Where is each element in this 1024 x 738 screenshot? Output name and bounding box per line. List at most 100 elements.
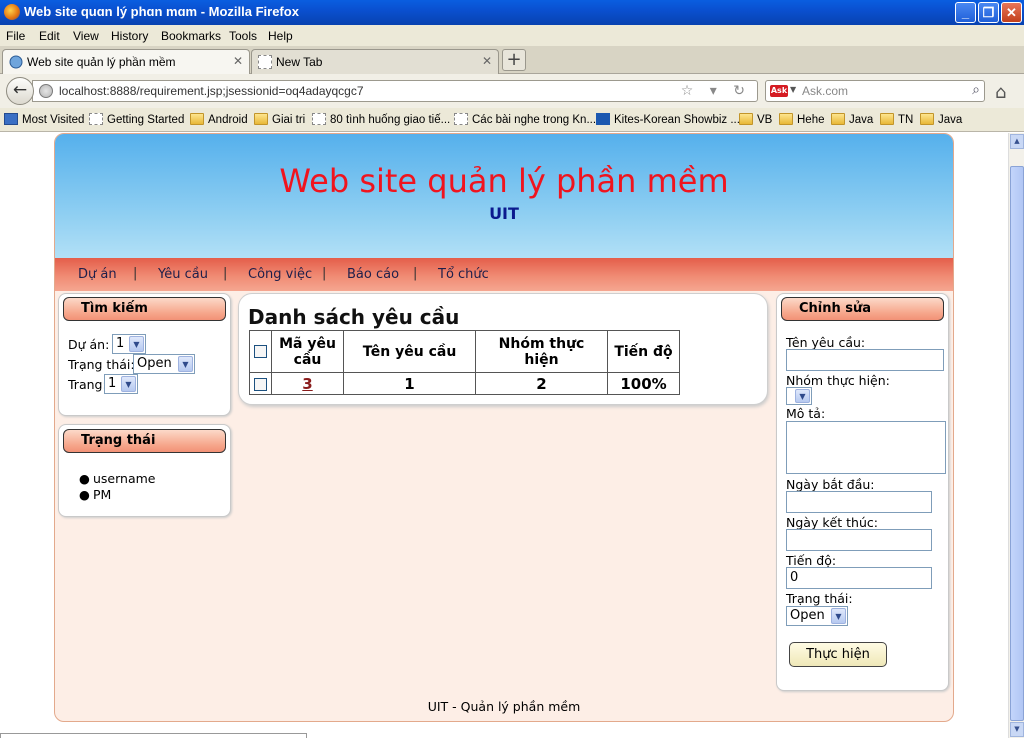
search-icon[interactable]: ⌕ <box>972 82 980 98</box>
tab-label: Web site quản lý phần mềm <box>27 55 176 69</box>
bookmark-cac-bai-nghe[interactable]: Các bài nghe trong Kn... <box>454 113 596 126</box>
site-subtitle: UIT <box>489 204 519 223</box>
project-select[interactable]: 1 ▼ <box>112 334 146 354</box>
requirements-table: Mã yêu cầu Tên yêu cầu Nhóm thực hiện Ti… <box>249 330 680 395</box>
restore-button[interactable]: ❐ <box>978 2 999 23</box>
window-titlebar: Web site quɑn lý phɑn mɑm - Mozilla Fire… <box>0 0 1024 25</box>
menu-bookmarks[interactable]: Bookmarks <box>161 29 221 43</box>
folder-icon <box>779 113 793 125</box>
edit-status-select[interactable]: Open ▼ <box>786 606 848 626</box>
firefox-logo-icon <box>4 4 20 20</box>
folder-icon <box>831 113 845 125</box>
end-date-label: Ngày kết thúc: <box>786 515 878 530</box>
menu-bar: File Edit View History Bookmarks Tools H… <box>0 25 1024 46</box>
name-input[interactable] <box>786 349 944 371</box>
group-select[interactable]: ▼ <box>786 387 812 405</box>
folder-icon <box>190 113 204 125</box>
nav-separator: | <box>413 266 418 281</box>
tab-active[interactable]: Web site quản lý phần mềm ✕ <box>2 49 250 75</box>
menu-view[interactable]: View <box>73 29 99 43</box>
nav-bao-cao[interactable]: Báo cáo <box>347 267 399 282</box>
minimize-button[interactable]: _ <box>955 2 976 23</box>
bookmark-vb[interactable]: VB <box>739 113 772 126</box>
submit-button[interactable]: Thực hiện <box>789 642 887 667</box>
engine-dropdown-icon[interactable]: ▼ <box>790 85 796 94</box>
menu-file[interactable]: File <box>6 29 25 43</box>
site-title: Web site quản lý phần mềm <box>279 162 729 200</box>
back-button[interactable]: ← <box>6 77 34 105</box>
col-tien-do: Tiến độ <box>607 330 680 373</box>
project-label: Dự án: <box>68 337 110 352</box>
tab-close-icon[interactable]: ✕ <box>233 54 243 68</box>
bookmark-getting-started[interactable]: Getting Started <box>89 113 184 126</box>
search-bar[interactable]: Ask ▼ Ask.com ⌕ <box>765 80 985 102</box>
url-bar[interactable]: localhost:8888/requirement.jsp;jsessioni… <box>32 80 758 102</box>
status-select[interactable]: Open ▼ <box>133 354 195 374</box>
page-label: Trang: <box>68 377 107 392</box>
bookmark-kites[interactable]: Kites-Korean Showbiz ... <box>596 113 740 126</box>
col-nhom-thuc-hien: Nhóm thực hiện <box>475 330 608 373</box>
status-item-role: PM <box>93 487 112 502</box>
home-icon[interactable]: ⌂ <box>995 82 1006 103</box>
folder-icon <box>920 113 934 125</box>
nav-to-chuc[interactable]: Tổ chức <box>438 267 489 282</box>
bookmark-giai-tri[interactable]: Giai tri <box>254 113 305 126</box>
tab-label: New Tab <box>276 55 323 69</box>
bookmark-java[interactable]: Java <box>831 113 873 126</box>
start-date-input[interactable] <box>786 491 932 513</box>
page-select[interactable]: 1 ▼ <box>104 374 138 394</box>
nav-yeu-cau[interactable]: Yêu cầu <box>158 267 208 282</box>
edit-box-title: Chỉnh sửa <box>781 297 944 321</box>
menu-history[interactable]: History <box>111 29 148 43</box>
kites-icon <box>596 113 610 125</box>
table-header-row: Mã yêu cầu Tên yêu cầu Nhóm thực hiện Ti… <box>249 330 680 373</box>
requirement-link[interactable]: 3 <box>302 375 312 393</box>
scroll-thumb[interactable] <box>1010 166 1024 721</box>
menu-edit[interactable]: Edit <box>39 29 60 43</box>
tab-new-tab[interactable]: New Tab ✕ <box>251 49 499 74</box>
row-select-cell <box>249 372 272 395</box>
description-textarea[interactable] <box>786 421 946 474</box>
blank-page-icon <box>258 55 272 69</box>
ask-engine-icon[interactable]: Ask <box>770 85 788 97</box>
bookmark-most-visited[interactable]: Most Visited <box>4 113 84 126</box>
bookmark-80-tinh-huong[interactable]: 80 tình huống giao tiế... <box>312 113 450 126</box>
menu-help[interactable]: Help <box>268 29 293 43</box>
nav-du-an[interactable]: Dự án <box>78 267 117 282</box>
status-label: Trạng thái: <box>68 357 135 372</box>
select-all-checkbox[interactable] <box>254 345 267 358</box>
menu-tools[interactable]: Tools <box>229 29 257 43</box>
bookmark-star-reload-icons[interactable]: ☆ ▾ ↻ <box>681 83 751 99</box>
progress-label: Tiến độ: <box>786 553 837 568</box>
vertical-scrollbar[interactable]: ▲ ▼ <box>1008 133 1024 738</box>
end-date-input[interactable] <box>786 529 932 551</box>
horizontal-scrollbar[interactable] <box>0 733 307 738</box>
bullet-icon: ● <box>79 471 90 486</box>
page-icon <box>89 113 103 125</box>
window-title: Web site quɑn lý phɑn mɑm - Mozilla Fire… <box>24 4 299 19</box>
search-input[interactable]: Ask.com <box>802 84 848 98</box>
progress-input[interactable]: 0 <box>786 567 932 589</box>
nav-separator: | <box>133 266 138 281</box>
scroll-up-icon[interactable]: ▲ <box>1010 134 1024 149</box>
col-ten-yeu-cau: Tên yêu cầu <box>343 330 476 373</box>
new-tab-button[interactable]: + <box>502 49 526 71</box>
header-select-cell <box>249 330 272 373</box>
tab-close-icon[interactable]: ✕ <box>482 54 492 68</box>
table-row: 3 1 2 100% <box>249 372 680 395</box>
status-box-title: Trạng thái <box>63 429 226 453</box>
row-checkbox[interactable] <box>254 377 267 391</box>
page-icon <box>312 113 326 125</box>
close-window-button[interactable]: ✕ <box>1001 2 1022 23</box>
bookmark-android[interactable]: Android <box>190 113 248 126</box>
bookmark-java-2[interactable]: Java <box>920 113 962 126</box>
bookmark-tn[interactable]: TN <box>880 113 913 126</box>
bookmark-hehe[interactable]: Hehe <box>779 113 825 126</box>
url-text: localhost:8888/requirement.jsp;jsessioni… <box>59 84 364 98</box>
nav-cong-viec[interactable]: Công việc <box>248 267 312 282</box>
description-label: Mô tả: <box>786 406 826 421</box>
page-viewport: Web site quản lý phần mềm UIT Dự án | Yê… <box>0 133 1008 738</box>
scroll-down-icon[interactable]: ▼ <box>1010 722 1024 737</box>
requirements-title: Danh sách yêu cầu <box>248 305 460 329</box>
most-visited-icon <box>4 113 18 125</box>
